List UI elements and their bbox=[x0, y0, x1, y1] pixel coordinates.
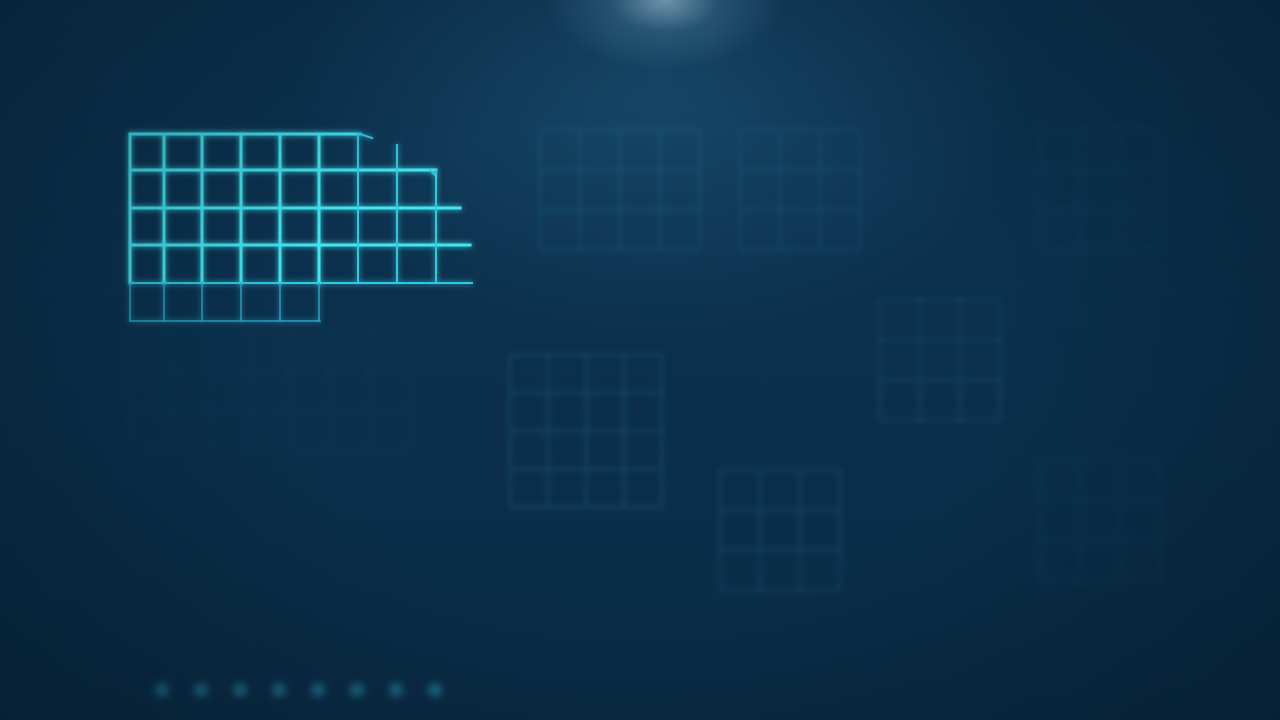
blurred-dot bbox=[155, 683, 169, 697]
blurred-dot bbox=[272, 683, 286, 697]
blurred-dot bbox=[389, 683, 403, 697]
bottom-dots-layer bbox=[155, 683, 442, 697]
blurred-dot bbox=[350, 683, 364, 697]
blurred-dot bbox=[194, 683, 208, 697]
background-scene bbox=[0, 0, 1280, 720]
blurred-dot bbox=[311, 683, 325, 697]
blurred-dot bbox=[233, 683, 247, 697]
blurred-dot bbox=[428, 683, 442, 697]
